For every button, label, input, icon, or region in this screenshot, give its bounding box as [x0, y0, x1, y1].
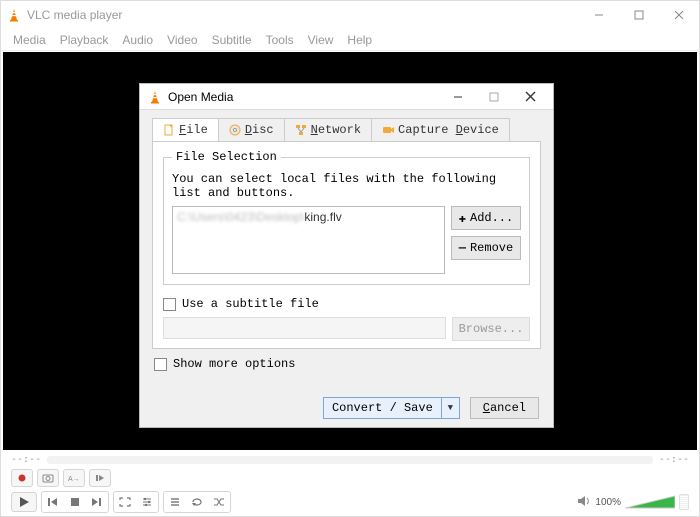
tab-body-file: File Selection You can select local file… — [152, 141, 541, 349]
atob-button[interactable]: A→B — [63, 469, 85, 487]
menu-media[interactable]: Media — [13, 33, 46, 47]
file-selection-hint: You can select local files with the foll… — [172, 172, 521, 200]
dialog-close-button[interactable] — [521, 88, 539, 106]
menu-help[interactable]: Help — [347, 33, 372, 47]
titlebar: VLC media player — [1, 1, 699, 29]
dialog-minimize-button[interactable] — [449, 88, 467, 106]
convert-save-button[interactable]: Convert / Save ▼ — [323, 397, 460, 419]
bottom-controls: --:-- --:-- A→B — [1, 450, 699, 516]
playlist-button[interactable] — [165, 493, 185, 511]
frame-step-button[interactable] — [89, 469, 111, 487]
add-button[interactable]: ✚Add... — [451, 206, 521, 230]
capture-device-icon — [382, 124, 394, 136]
volume-slider[interactable] — [625, 494, 675, 510]
menu-tools[interactable]: Tools — [266, 33, 294, 47]
menu-video[interactable]: Video — [167, 33, 197, 47]
convert-save-dropdown[interactable]: ▼ — [441, 398, 459, 418]
resize-grip-icon — [679, 494, 689, 510]
more-options-label: Show more options — [173, 357, 295, 371]
record-button[interactable] — [11, 469, 33, 487]
app-title: VLC media player — [27, 8, 122, 22]
remove-button[interactable]: —Remove — [451, 236, 521, 260]
maximize-button[interactable] — [619, 1, 659, 29]
extended-settings-button[interactable] — [137, 493, 157, 511]
subtitle-path-input — [163, 317, 446, 339]
plus-icon: ✚ — [459, 211, 466, 226]
tab-capture[interactable]: Capture Device — [371, 118, 510, 141]
list-item[interactable]: C:\Users\0423\Desktop\king.flv — [177, 210, 440, 224]
minus-icon: — — [459, 241, 466, 255]
close-button[interactable] — [659, 1, 699, 29]
tab-file[interactable]: File — [152, 118, 219, 141]
dialog-maximize-button[interactable] — [485, 88, 503, 106]
browse-button: Browse... — [452, 317, 530, 341]
snapshot-button[interactable] — [37, 469, 59, 487]
time-total: --:-- — [659, 454, 689, 465]
volume-label: 100% — [595, 497, 621, 508]
seek-slider[interactable] — [47, 456, 653, 464]
window-buttons — [579, 1, 699, 29]
tabs: File Disc Network Capture Device — [140, 110, 553, 141]
prev-button[interactable] — [43, 493, 63, 511]
menu-subtitle[interactable]: Subtitle — [212, 33, 252, 47]
minimize-button[interactable] — [579, 1, 619, 29]
menu-view[interactable]: View — [308, 33, 334, 47]
fullscreen-button[interactable] — [115, 493, 135, 511]
disc-icon — [229, 124, 241, 136]
play-button[interactable] — [11, 492, 37, 512]
vlc-cone-icon — [148, 90, 162, 104]
file-list[interactable]: C:\Users\0423\Desktop\king.flv — [172, 206, 445, 274]
time-elapsed: --:-- — [11, 454, 41, 465]
menubar: Media Playback Audio Video Subtitle Tool… — [1, 29, 699, 51]
next-button[interactable] — [87, 493, 107, 511]
network-icon — [295, 124, 307, 136]
dialog-titlebar: Open Media — [140, 84, 553, 110]
tab-disc[interactable]: Disc — [218, 118, 285, 141]
svg-text:A→B: A→B — [68, 476, 80, 483]
vlc-main-window: VLC media player Media Playback Audio Vi… — [0, 0, 700, 517]
tab-network[interactable]: Network — [284, 118, 372, 141]
menu-playback[interactable]: Playback — [60, 33, 109, 47]
cancel-button[interactable]: Cancel — [470, 397, 539, 419]
more-options-checkbox[interactable] — [154, 358, 167, 371]
dialog-title: Open Media — [168, 90, 233, 104]
file-selection-group: File Selection You can select local file… — [163, 150, 530, 285]
file-icon — [163, 124, 175, 136]
subtitle-checkbox[interactable] — [163, 298, 176, 311]
open-media-dialog: Open Media File Disc Network Ca — [139, 83, 554, 428]
vlc-cone-icon — [7, 8, 21, 22]
menu-audio[interactable]: Audio — [122, 33, 153, 47]
shuffle-button[interactable] — [209, 493, 229, 511]
subtitle-label: Use a subtitle file — [182, 297, 319, 311]
loop-button[interactable] — [187, 493, 207, 511]
mute-button[interactable] — [577, 495, 591, 510]
stop-button[interactable] — [65, 493, 85, 511]
file-selection-legend: File Selection — [172, 150, 281, 164]
